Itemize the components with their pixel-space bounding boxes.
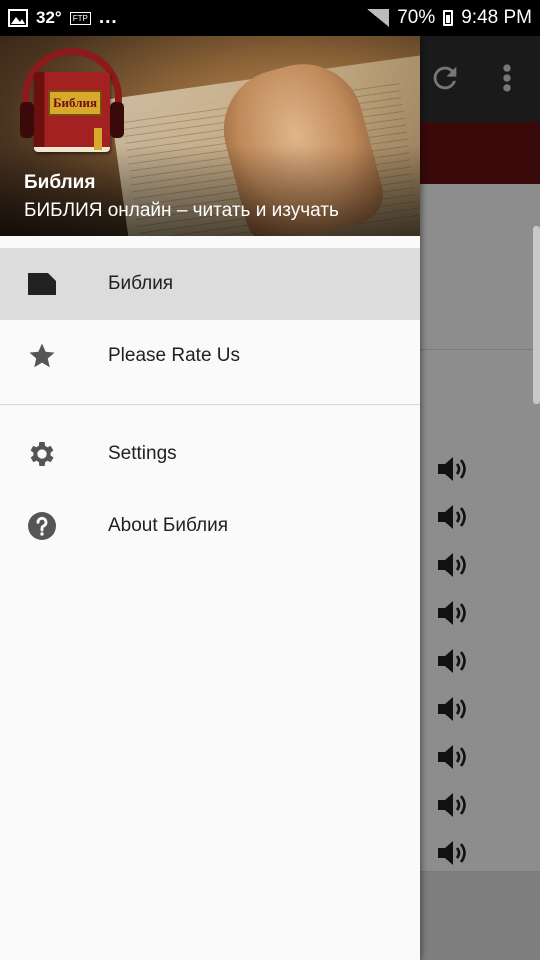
play-audio-icon[interactable] [436, 454, 470, 484]
drawer-subtitle: БИБЛИЯ онлайн – читать и изучать [24, 200, 339, 221]
navigation-drawer: Библия Библия БИБЛИЯ онлайн – читать и и… [0, 36, 420, 960]
scrollbar[interactable] [533, 226, 540, 404]
play-audio-icon[interactable] [436, 790, 470, 820]
list-divider [420, 349, 540, 350]
headphone-cup-right [110, 102, 124, 138]
play-audio-icon[interactable] [436, 646, 470, 676]
more-vert-icon[interactable] [498, 61, 516, 95]
play-audio-icon[interactable] [436, 694, 470, 724]
help-icon [26, 510, 58, 542]
battery-icon [443, 10, 454, 26]
play-audio-icon[interactable] [436, 550, 470, 580]
clock: 9:48 PM [461, 7, 532, 28]
menu-item-rate-us[interactable]: Please Rate Us [0, 320, 420, 392]
bookmark-ribbon [94, 128, 102, 150]
app-bottom-area [420, 872, 540, 960]
menu-divider [0, 404, 420, 405]
status-bar: 32° FTP ... 70% 9:48 PM [0, 0, 540, 36]
drawer-title: Библия [24, 172, 96, 193]
menu-item-label: Please Rate Us [108, 345, 241, 366]
menu-item-label: Библия [108, 273, 174, 294]
headphone-cup-left [20, 102, 34, 138]
ftp-icon: FTP [69, 11, 91, 25]
book-cover: Библия [34, 72, 110, 152]
app-logo: Библия [20, 46, 124, 154]
menu-item-settings[interactable]: Settings [0, 418, 420, 490]
menu-item-label: Settings [108, 443, 177, 464]
menu-item-about[interactable]: About Библия [0, 490, 420, 562]
menu-item-bible[interactable]: Библия [0, 248, 420, 320]
status-right: 70% 9:48 PM [367, 7, 532, 29]
logo-label: Библия [48, 90, 102, 116]
book-icon [26, 268, 58, 300]
drawer-header: Библия Библия БИБЛИЯ онлайн – читать и и… [0, 36, 420, 236]
status-left: 32° FTP ... [8, 7, 118, 29]
play-audio-icon[interactable] [436, 742, 470, 772]
battery-percent: 70% [397, 7, 436, 28]
more-notifications-icon: ... [98, 7, 118, 28]
signal-icon [367, 9, 390, 27]
play-audio-icon[interactable] [436, 838, 470, 868]
image-notification-icon [8, 9, 28, 27]
menu-item-label: About Библия [108, 515, 229, 536]
play-audio-icon[interactable] [436, 598, 470, 628]
star-icon [26, 340, 58, 372]
temperature-text: 32° [36, 8, 62, 27]
gear-icon [26, 438, 58, 470]
play-audio-icon[interactable] [436, 502, 470, 532]
drawer-menu: Библия Please Rate Us Settings About Биб… [0, 248, 420, 562]
refresh-icon[interactable] [428, 61, 462, 95]
